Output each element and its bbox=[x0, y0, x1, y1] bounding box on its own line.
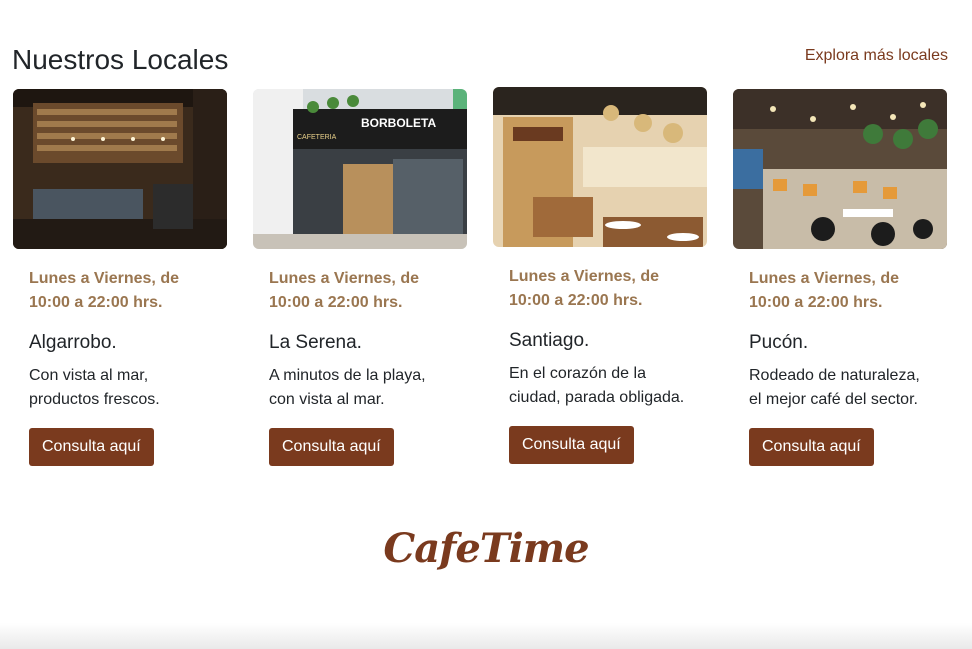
hours-time: 10:00 a 22:00 hrs. bbox=[29, 294, 163, 311]
location-name: Santiago. bbox=[509, 330, 590, 351]
opening-hours: Lunes a Viernes, de 10:00 a 22:00 hrs. bbox=[269, 267, 451, 315]
svg-text:CAFETERIA: CAFETERIA bbox=[297, 134, 337, 141]
location-card-la-serena: BORBOLETA CAFETERIA Lunes a Viernes, de … bbox=[253, 89, 467, 466]
location-description: Rodeado de naturaleza, el mejor café del… bbox=[749, 364, 931, 412]
cafe-storefront-image: BORBOLETA CAFETERIA bbox=[253, 89, 467, 249]
location-card-pucon: Lunes a Viernes, de 10:00 a 22:00 hrs. P… bbox=[733, 89, 947, 466]
footer-divider bbox=[0, 623, 972, 649]
cafe-interior-image bbox=[733, 89, 947, 249]
hours-time: 10:00 a 22:00 hrs. bbox=[749, 294, 883, 311]
description-line: A minutos de la playa, bbox=[269, 367, 426, 384]
description-line: ciudad, parada obligada. bbox=[509, 389, 685, 406]
location-description: En el corazón de la ciudad, parada oblig… bbox=[509, 362, 691, 410]
location-name: Algarrobo. bbox=[29, 332, 117, 353]
cafetime-logo: CafeTime bbox=[383, 525, 589, 572]
hours-time: 10:00 a 22:00 hrs. bbox=[509, 292, 643, 309]
hours-time: 10:00 a 22:00 hrs. bbox=[269, 294, 403, 311]
description-line: Rodeado de naturaleza, bbox=[749, 367, 920, 384]
description-line: con vista al mar. bbox=[269, 391, 385, 408]
cafe-interior-image bbox=[13, 89, 227, 249]
location-name: La Serena. bbox=[269, 332, 362, 353]
hours-days: Lunes a Viernes, de bbox=[269, 270, 419, 287]
description-line: En el corazón de la bbox=[509, 365, 646, 382]
opening-hours: Lunes a Viernes, de 10:00 a 22:00 hrs. bbox=[749, 267, 931, 315]
opening-hours: Lunes a Viernes, de 10:00 a 22:00 hrs. bbox=[509, 265, 691, 313]
consult-button[interactable]: Consulta aquí bbox=[29, 428, 154, 466]
location-name: Pucón. bbox=[749, 332, 809, 353]
hours-days: Lunes a Viernes, de bbox=[29, 270, 179, 287]
page: Nuestros Locales Explora más locales Lun… bbox=[0, 0, 972, 649]
explore-more-link[interactable]: Explora más locales bbox=[805, 47, 948, 65]
section-title: Nuestros Locales bbox=[12, 44, 229, 75]
consult-button[interactable]: Consulta aquí bbox=[269, 428, 394, 466]
consult-button[interactable]: Consulta aquí bbox=[749, 428, 874, 466]
cafe-interior-image bbox=[493, 87, 707, 247]
svg-text:BORBOLETA: BORBOLETA bbox=[361, 116, 436, 130]
description-line: el mejor café del sector. bbox=[749, 391, 918, 408]
description-line: Con vista al mar, bbox=[29, 367, 149, 384]
consult-button[interactable]: Consulta aquí bbox=[509, 426, 634, 464]
hours-days: Lunes a Viernes, de bbox=[509, 268, 659, 285]
hours-days: Lunes a Viernes, de bbox=[749, 270, 899, 287]
location-card-algarrobo: Lunes a Viernes, de 10:00 a 22:00 hrs. A… bbox=[13, 89, 227, 466]
opening-hours: Lunes a Viernes, de 10:00 a 22:00 hrs. bbox=[29, 267, 211, 315]
location-card-santiago: Lunes a Viernes, de 10:00 a 22:00 hrs. S… bbox=[493, 87, 707, 464]
location-description: A minutos de la playa, con vista al mar. bbox=[269, 364, 451, 412]
description-line: productos frescos. bbox=[29, 391, 160, 408]
location-description: Con vista al mar, productos frescos. bbox=[29, 364, 211, 412]
